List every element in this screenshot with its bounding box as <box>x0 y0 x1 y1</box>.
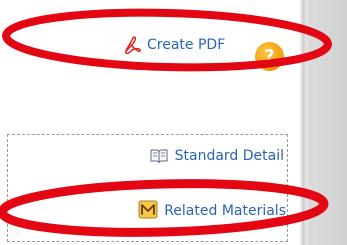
help-icon[interactable]: ? <box>255 42 284 71</box>
standard-detail-link[interactable]: Standard Detail <box>149 147 284 165</box>
create-pdf-label: Create PDF <box>147 37 226 53</box>
standard-detail-label: Standard Detail <box>174 148 284 164</box>
related-materials-link[interactable]: Related Materials <box>138 200 286 221</box>
m-icon <box>138 200 158 221</box>
side-strip <box>304 0 347 245</box>
book-icon <box>149 147 169 165</box>
pdf-icon <box>123 35 143 55</box>
related-materials-label: Related Materials <box>164 202 286 219</box>
create-pdf-link[interactable]: Create PDF <box>123 34 225 56</box>
